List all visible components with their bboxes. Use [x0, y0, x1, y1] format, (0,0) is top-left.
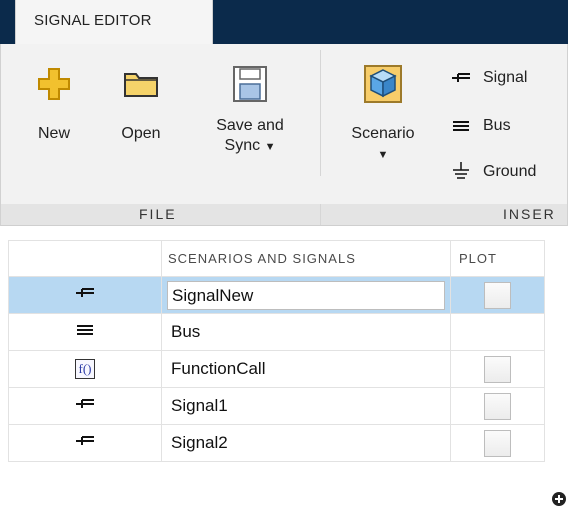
scenario-cube-icon	[363, 64, 403, 104]
bus-icon	[73, 324, 97, 346]
function-call-icon-text: f()	[75, 359, 95, 379]
section-file-label: FILE	[139, 206, 177, 222]
row-icon-cell	[8, 313, 162, 351]
chevron-down-icon: ▼	[264, 141, 276, 153]
tab-label: SIGNAL EDITOR	[34, 12, 152, 29]
table-row[interactable]: Signal2	[8, 424, 545, 462]
row-plot-cell	[450, 313, 545, 351]
row-plot-cell	[450, 276, 545, 314]
row-icon-cell: f()	[8, 350, 162, 388]
scenario-button[interactable]: Scenario ▼	[334, 64, 432, 165]
ribbon-section-labels: FILE INSER	[0, 204, 568, 226]
insert-signal-button[interactable]: Signal	[449, 64, 527, 92]
ground-icon	[449, 160, 473, 184]
row-name-cell[interactable]: FunctionCall	[161, 350, 451, 388]
new-label: New	[37, 125, 70, 142]
signal-name-edit-field[interactable]: SignalNew	[167, 280, 445, 310]
tab-signal-editor[interactable]: SIGNAL EDITOR	[15, 0, 213, 44]
table-row[interactable]: Bus	[8, 313, 545, 351]
ground-label: Ground	[483, 163, 537, 180]
scenario-label: Scenario	[351, 125, 415, 142]
ribbon: New Open Save and Sync ▼ Scenario ▼ Sign…	[0, 44, 568, 204]
open-button[interactable]: Open	[111, 64, 171, 144]
save-icon	[230, 64, 270, 104]
row-name-label: Signal1	[171, 396, 228, 415]
row-plot-cell	[450, 387, 545, 425]
row-icon-cell	[8, 387, 162, 425]
table-header-row: SCENARIOS AND SIGNALS PLOT	[8, 240, 545, 277]
scenarios-table: SCENARIOS AND SIGNALS PLOT SignalNew Bus…	[8, 240, 568, 506]
row-name-label: Bus	[171, 322, 201, 341]
row-name-cell[interactable]: Bus	[161, 313, 451, 351]
open-label: Open	[121, 125, 161, 142]
tab-strip: SIGNAL EDITOR	[0, 0, 568, 44]
row-name-label: FunctionCall	[171, 359, 266, 378]
signal-icon	[73, 435, 97, 457]
new-button[interactable]: New	[29, 64, 79, 144]
new-icon	[34, 64, 74, 104]
scenario-dropdown[interactable]: ▼	[334, 144, 432, 165]
signals-grid: SCENARIOS AND SIGNALS PLOT SignalNew Bus…	[8, 240, 545, 462]
plot-checkbox[interactable]	[484, 429, 511, 457]
icon-column-header	[8, 240, 162, 277]
row-name-cell[interactable]: SignalNew	[161, 276, 451, 314]
row-plot-cell	[450, 424, 545, 462]
plot-checkbox[interactable]	[484, 392, 511, 420]
save-label-line2: Sync ▼	[224, 137, 276, 154]
insert-ground-button[interactable]: Ground	[449, 158, 536, 186]
row-plot-cell	[450, 350, 545, 388]
row-name-label: Signal2	[171, 433, 228, 452]
table-row[interactable]: SignalNew	[8, 276, 545, 314]
scenarios-and-signals-header[interactable]: SCENARIOS AND SIGNALS	[161, 240, 451, 277]
signal-icon	[73, 287, 97, 309]
function-call-icon: f()	[75, 359, 95, 379]
signal-icon	[73, 398, 97, 420]
row-name-cell[interactable]: Signal2	[161, 424, 451, 462]
bus-label: Bus	[483, 117, 511, 134]
chevron-down-icon: ▼	[377, 149, 389, 161]
table-row[interactable]: Signal1	[8, 387, 545, 425]
row-name-cell[interactable]: Signal1	[161, 387, 451, 425]
save-and-sync-button[interactable]: Save and Sync ▼	[199, 64, 301, 157]
table-row[interactable]: f() FunctionCall	[8, 350, 545, 388]
folder-icon	[121, 64, 161, 104]
add-column-icon[interactable]	[552, 492, 566, 506]
section-insert-label: INSER	[503, 206, 556, 222]
row-icon-cell	[8, 276, 162, 314]
plot-checkbox[interactable]	[484, 355, 511, 383]
signal-editor-app: SIGNAL EDITOR New Open Save and Sync ▼ S…	[0, 0, 568, 506]
row-icon-cell	[8, 424, 162, 462]
insert-bus-button[interactable]: Bus	[449, 112, 511, 140]
plot-column-header[interactable]: PLOT	[450, 240, 545, 277]
plot-checkbox[interactable]	[484, 281, 511, 309]
save-label-line1: Save and	[216, 117, 284, 134]
signal-icon	[449, 66, 473, 90]
section-divider	[320, 204, 321, 225]
ribbon-divider	[320, 50, 321, 176]
signal-label: Signal	[483, 69, 528, 86]
bus-icon	[449, 114, 473, 138]
